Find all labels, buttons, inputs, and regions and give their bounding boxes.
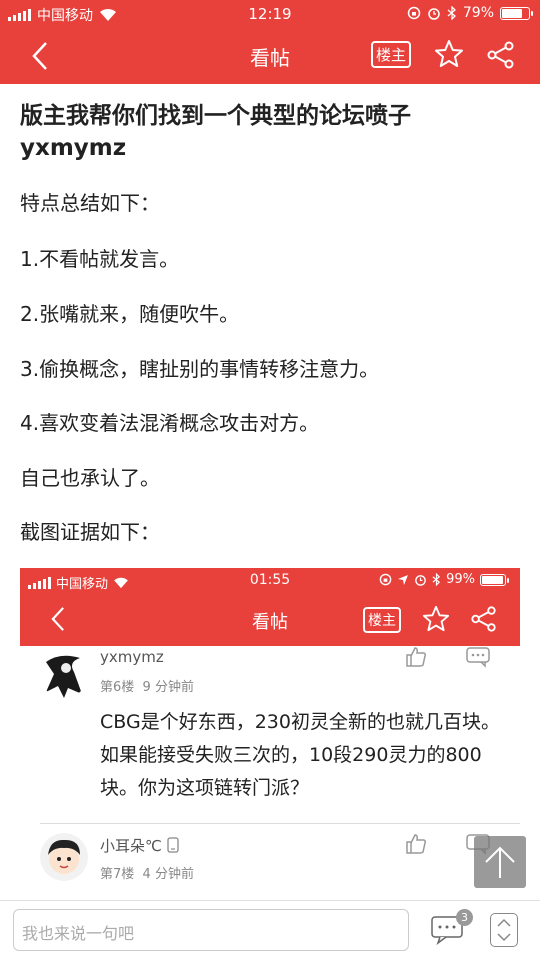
- bluetooth-icon: [432, 573, 441, 586]
- divider: [40, 823, 520, 824]
- thumbs-up-icon: [406, 834, 427, 854]
- share-icon[interactable]: [486, 40, 516, 70]
- battery-icon: [480, 573, 509, 586]
- rotation-lock-icon: [407, 6, 421, 20]
- star-icon[interactable]: [434, 39, 464, 69]
- post-paragraph: 自己也承认了。: [20, 466, 160, 490]
- thumbs-up-icon: [406, 647, 427, 667]
- mobile-device-icon: [166, 837, 179, 853]
- reply-meta: 第6楼 9 分钟前: [100, 676, 194, 695]
- star-icon: [422, 605, 450, 632]
- alarm-icon: [415, 575, 426, 586]
- bluetooth-icon: [447, 6, 456, 20]
- arrow-up-icon: [485, 846, 515, 878]
- comment-icon: [466, 647, 490, 668]
- share-icon: [471, 606, 496, 632]
- battery-percent: 99%: [446, 572, 475, 587]
- post-paragraph: 截图证据如下：: [20, 520, 160, 544]
- page-jump-button[interactable]: [490, 913, 518, 947]
- post-title-line2: yxmymz: [20, 135, 127, 161]
- floor-number: 第7楼: [100, 867, 135, 882]
- reply-username: 小耳朵℃: [100, 835, 179, 856]
- avatar: [40, 833, 88, 881]
- reply-meta: 第7楼 4 分钟前: [100, 863, 194, 882]
- post-paragraph: 3.偷换概念，瞎扯别的事情转移注意力。: [20, 357, 380, 381]
- embedded-screenshot[interactable]: 中国移动 01:55 99% 看帖 楼主 yxmymz 第6楼 9 分钟前 CB…: [20, 568, 520, 903]
- screenshot-status-bar: 中国移动 01:55 99%: [20, 568, 520, 594]
- avatar: [40, 650, 88, 698]
- up-down-chevron-icon: [497, 918, 511, 942]
- status-bar: 中国移动 12:19 79%: [0, 0, 540, 28]
- time-ago: 4 分钟前: [142, 867, 194, 882]
- owner-only-button[interactable]: 楼主: [371, 41, 412, 68]
- scroll-to-top-button[interactable]: [474, 836, 526, 888]
- navbar: 看帖 楼主: [0, 28, 540, 84]
- battery-percent: 79%: [462, 5, 494, 21]
- post-title-line1: 版主我帮你们找到一个典型的论坛喷子: [20, 103, 411, 129]
- post-paragraph: 1.不看帖就发言。: [20, 247, 180, 271]
- bottom-bar: 我也来说一句吧 3: [0, 900, 540, 961]
- battery-icon: [500, 6, 533, 20]
- post-paragraph: 特点总结如下：: [20, 191, 160, 215]
- location-icon: [398, 574, 409, 585]
- time-ago: 9 分钟前: [142, 680, 194, 695]
- owner-only-badge: 楼主: [363, 607, 401, 633]
- comment-count-badge: 3: [456, 909, 473, 926]
- reply-content: CBG是个好东西，230初灵全新的也就几百块。如果能接受失败三次的，10段290…: [100, 711, 500, 799]
- reply-username: yxmymz: [100, 648, 164, 666]
- screenshot-navbar: 看帖 楼主: [20, 594, 520, 646]
- reply-input[interactable]: 我也来说一句吧: [13, 909, 409, 951]
- post-body: 版主我帮你们找到一个典型的论坛喷子 yxmymz 特点总结如下： 1.不看帖就发…: [20, 100, 525, 544]
- rotation-lock-icon: [379, 573, 392, 586]
- alarm-icon: [428, 8, 440, 20]
- post-paragraph: 4.喜欢变着法混淆概念攻击对方。: [20, 411, 320, 435]
- post-paragraph: 2.张嘴就来，随便吹牛。: [20, 302, 240, 326]
- floor-number: 第6楼: [100, 680, 135, 695]
